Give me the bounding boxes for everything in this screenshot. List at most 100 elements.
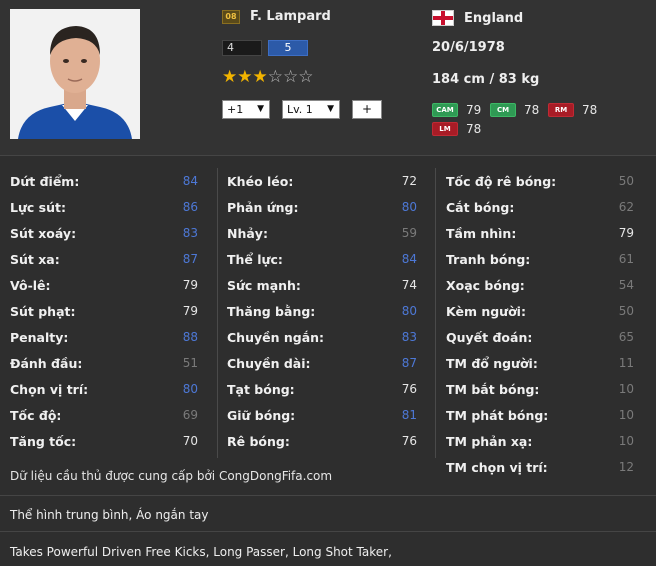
- stat-label: TM phản xạ:: [446, 434, 533, 449]
- stat-label: Kèm người:: [446, 304, 526, 319]
- enhance-level-select[interactable]: +1 ▼: [222, 100, 270, 119]
- stat-value: 74: [401, 278, 417, 292]
- stat-label: Tăng tốc:: [10, 434, 77, 449]
- add-button[interactable]: +: [352, 100, 382, 119]
- stat-row: Phản ứng: 80: [227, 194, 417, 220]
- stat-label: Tốc độ rê bóng:: [446, 174, 557, 189]
- stat-row: TM phát bóng: 10: [446, 402, 634, 428]
- stat-label: Sút phạt:: [10, 304, 76, 319]
- england-flag-icon: [432, 10, 454, 26]
- stats-column-attack: Dứt điểm: 84 Lực sút: 86 Sút xoáy: 83 Sút xa: 8…: [10, 168, 198, 454]
- stat-row: Chuyền dài: 87: [227, 350, 417, 376]
- stat-label: Vô-lê:: [10, 278, 51, 293]
- season-badge: 08: [222, 10, 240, 24]
- stat-label: TM đổ người:: [446, 356, 538, 371]
- stat-row: Rê bóng: 76: [227, 428, 417, 454]
- stat-row: TM bắt bóng: 10: [446, 376, 634, 402]
- stats-column-defense: Tốc độ rê bóng: 50 Cắt bóng: 62 Tầm nhìn: 79 T…: [446, 168, 634, 480]
- skill-moves-value: 4: [222, 40, 262, 56]
- stat-label: TM bắt bóng:: [446, 382, 540, 397]
- player-name: F. Lampard: [250, 9, 331, 24]
- stat-label: Tầm nhìn:: [446, 226, 517, 241]
- stat-value: 76: [401, 382, 417, 396]
- stat-label: Đánh đầu:: [10, 356, 83, 371]
- data-source-note: Dữ liệu cầu thủ được cung cấp bởi CongDo…: [10, 469, 333, 483]
- stat-row: Tranh bóng: 61: [446, 246, 634, 272]
- stat-row: TM đổ người: 11: [446, 350, 634, 376]
- stat-row: Chọn vị trí: 80: [10, 376, 198, 402]
- caret-down-icon: ▼: [257, 104, 264, 114]
- player-photo: [10, 9, 140, 139]
- position-badge-cam: CAM: [432, 103, 458, 117]
- stat-row: Sút phạt: 79: [10, 298, 198, 324]
- star-empty-icon: ☆: [283, 67, 299, 87]
- stat-row: Penalty: 88: [10, 324, 198, 350]
- stat-value: 12: [618, 460, 634, 474]
- stat-value: 10: [618, 382, 634, 396]
- nation-name: England: [464, 11, 524, 26]
- stat-label: Penalty:: [10, 330, 69, 345]
- stat-value: 72: [401, 174, 417, 188]
- stat-label: Tạt bóng:: [227, 382, 295, 397]
- stat-value: 50: [618, 304, 634, 318]
- stat-label: Tốc độ:: [10, 408, 62, 423]
- stat-value: 76: [401, 434, 417, 448]
- stat-value: 83: [401, 330, 417, 344]
- stat-value: 84: [401, 252, 417, 266]
- stat-label: Thể lực:: [227, 252, 283, 267]
- star-filled-icon: ★: [252, 67, 268, 87]
- star-filled-icon: ★: [237, 67, 253, 87]
- stat-label: Xoạc bóng:: [446, 278, 525, 293]
- stat-label: Chuyền ngắn:: [227, 330, 325, 345]
- weak-foot-value: 5: [268, 40, 308, 56]
- stat-row: Vô-lê: 79: [10, 272, 198, 298]
- stat-value: 50: [618, 174, 634, 188]
- stat-value: 79: [182, 278, 198, 292]
- position-badge-cm: CM: [490, 103, 516, 117]
- stat-value: 79: [618, 226, 634, 240]
- stat-value: 10: [618, 434, 634, 448]
- stat-label: Dứt điểm:: [10, 174, 80, 189]
- stat-row: Tốc độ: 69: [10, 402, 198, 428]
- star-filled-icon: ★: [222, 67, 238, 87]
- stat-value: 84: [182, 174, 198, 188]
- caret-down-icon: ▼: [327, 104, 334, 114]
- stat-value: 61: [618, 252, 634, 266]
- stats-panel: Dứt điểm: 84 Lực sút: 86 Sút xoáy: 83 Sút xa: 8…: [0, 168, 656, 488]
- stat-label: Sút xoáy:: [10, 226, 77, 241]
- stat-value: 51: [182, 356, 198, 370]
- stat-row: Lực sút: 86: [10, 194, 198, 220]
- star-empty-icon: ☆: [267, 67, 283, 87]
- stat-label: Sút xa:: [10, 252, 60, 267]
- stats-column-skill: Khéo léo: 72 Phản ứng: 80 Nhảy: 59 Thể lực: 84 S…: [227, 168, 417, 454]
- rating-stars: ★★★☆☆☆: [222, 67, 314, 87]
- position-rating-cm: 78: [524, 103, 540, 117]
- stat-label: Tranh bóng:: [446, 252, 531, 267]
- stat-label: Nhảy:: [227, 226, 268, 241]
- position-rating-cam: 79: [466, 103, 482, 117]
- team-level-select[interactable]: Lv. 1 ▼: [282, 100, 340, 119]
- stat-label: Phản ứng:: [227, 200, 299, 215]
- stat-row: Đánh đầu: 51: [10, 350, 198, 376]
- stat-value: 65: [618, 330, 634, 344]
- height-weight: 184 cm / 83 kg: [432, 72, 540, 87]
- stat-row: Kèm người: 50: [446, 298, 634, 324]
- stat-value: 80: [401, 304, 417, 318]
- stat-label: Rê bóng:: [227, 434, 290, 449]
- stat-row: Sức mạnh: 74: [227, 272, 417, 298]
- stat-value: 87: [182, 252, 198, 266]
- stat-row: Giữ bóng: 81: [227, 402, 417, 428]
- stat-row: Thăng bằng: 80: [227, 298, 417, 324]
- stat-value: 10: [618, 408, 634, 422]
- enhance-level-value: +1: [227, 103, 244, 116]
- stat-value: 80: [401, 200, 417, 214]
- stat-label: Thăng bằng:: [227, 304, 316, 319]
- stat-value: 11: [618, 356, 634, 370]
- stat-label: Sức mạnh:: [227, 278, 301, 293]
- body-type-text: Thể hình trung bình, Áo ngắn tay: [10, 508, 209, 522]
- stat-value: 86: [182, 200, 198, 214]
- position-rating-lm: 78: [466, 122, 482, 136]
- stat-row: Quyết đoán: 65: [446, 324, 634, 350]
- stat-row: Khéo léo: 72: [227, 168, 417, 194]
- stat-value: 83: [182, 226, 198, 240]
